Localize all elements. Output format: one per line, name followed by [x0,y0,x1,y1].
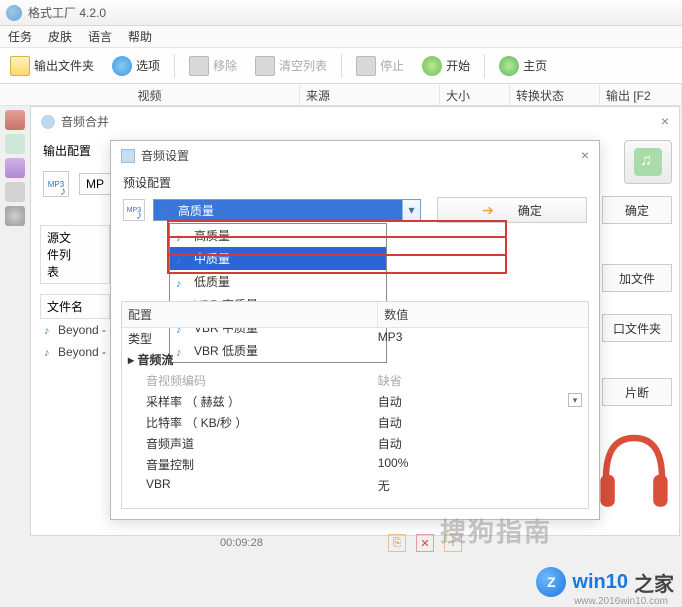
folder-icon [10,56,30,76]
bottom-status-strip: 00:09:28 ⎘ ✕ i [40,531,672,555]
format-name-box[interactable]: MP [79,173,111,195]
dropdown-option-low[interactable]: 低质量 [170,270,386,293]
play-icon [422,56,442,76]
add-folder-button[interactable]: 口文件夹 [602,314,672,342]
ok-button[interactable]: ➔ 确定 [437,197,587,223]
audio-category-icon[interactable] [5,134,25,154]
music-note-icon [176,276,188,288]
menu-help[interactable]: 帮助 [128,28,152,45]
separator [174,54,175,78]
category-sidebar [0,106,30,230]
audio-merge-title: 音频合并 [31,107,679,136]
separator [484,54,485,78]
rom-category-icon[interactable] [5,206,25,226]
col-spacer [565,302,588,327]
app-icon [6,5,22,21]
action-icon[interactable]: ⎘ [388,534,406,552]
menu-skin[interactable]: 皮肤 [48,28,72,45]
delete-icon[interactable]: ✕ [416,534,434,552]
menubar: 任务 皮肤 语言 帮助 [0,26,682,48]
col-value[interactable]: 数值 [378,302,564,327]
video-category-icon[interactable] [5,110,25,130]
music-note-icon [44,345,56,357]
headphones-icon [594,420,674,520]
confirm-button-bg[interactable]: 确定 [602,196,672,224]
menu-task[interactable]: 任务 [8,28,32,45]
brand-logo-group: Z win10 之家 [536,567,674,597]
gear-icon [112,56,132,76]
mp3-format-icon: MP3 [123,199,145,221]
clear-button[interactable]: 清空列表 [251,54,331,78]
output-folder-button[interactable]: 输出文件夹 [6,54,98,78]
menu-language[interactable]: 语言 [88,28,112,45]
grid-header: 配置 数值 [122,302,588,328]
info-icon[interactable]: i [444,534,462,552]
col-output[interactable]: 输出 [F2 [600,84,682,105]
list-columns: 视频 来源 大小 转换状态 输出 [F2 [0,84,682,106]
quality-preset-combo[interactable]: 高质量 ▾ [153,199,421,221]
home-button[interactable]: 主页 [495,54,551,78]
audio-settings-dialog: 音频设置 × 预设配置 MP3 高质量 ▾ ➔ 确定 高质量 中质量 低质量 V… [110,140,600,520]
grid-row-type[interactable]: 类型MP3 [122,328,588,349]
image-category-icon[interactable] [5,158,25,178]
dialog-title: 音频设置 [111,141,599,170]
output-config-label: 输出配置 [43,142,91,159]
col-status[interactable]: 转换状态 [510,84,600,105]
list-item[interactable]: Beyond - [40,341,110,363]
grid-row-bitrate[interactable]: 比特率 （ KB/秒 ）自动 [122,412,588,433]
music-note-icon [176,253,188,265]
brand-url: www.2016win10.com [574,596,668,607]
chevron-down-icon[interactable]: ▾ [402,200,420,220]
clip-button[interactable]: 片断 [602,378,672,406]
col-size[interactable]: 大小 [440,84,510,105]
start-button[interactable]: 开始 [418,54,474,78]
col-setting[interactable]: 配置 [122,302,378,327]
options-button[interactable]: 选项 [108,54,164,78]
arrow-right-icon: ➔ [482,202,494,219]
stop-button[interactable]: 停止 [352,54,408,78]
music-note-icon [160,204,172,216]
col-video[interactable]: 视频 [0,84,300,105]
source-file-list-fragment: 源文件列表 文件名 Beyond - Beyond - [40,225,110,363]
grid-row-codec[interactable]: 音视频编码缺省 [122,370,588,391]
brand-text-1: win10 [572,571,628,594]
music-note-icon [44,323,56,335]
merge-icon [41,115,55,129]
clear-icon [255,56,275,76]
remove-icon [189,56,209,76]
source-list-header: 源文件列表 [40,225,110,284]
close-icon[interactable]: × [581,147,589,163]
toolbar: 输出文件夹 选项 移除 清空列表 停止 开始 主页 [0,48,682,84]
window-titlebar: 格式工厂 4.2.0 [0,0,682,26]
home-icon [499,56,519,76]
dropdown-option-high[interactable]: 高质量 [170,224,386,247]
grid-row-channel[interactable]: 音频声道自动 [122,433,588,454]
chevron-down-icon[interactable]: ▾ [568,393,582,407]
grid-row-vbr[interactable]: VBR无 [122,475,588,496]
grid-row-volume[interactable]: 音量控制100% [122,454,588,475]
separator [341,54,342,78]
brand-text-2: 之家 [634,568,674,597]
mp3-format-icon[interactable]: MP3 [43,171,69,197]
duration-text: 00:09:28 [220,537,263,549]
settings-icon [121,149,135,163]
list-item[interactable]: Beyond - [40,319,110,341]
dropdown-option-medium[interactable]: 中质量 [170,247,386,270]
filename-header[interactable]: 文件名 [40,294,110,319]
music-note-icon [176,230,188,242]
preset-label: 预设配置 [111,170,599,195]
music-icon [634,148,662,176]
add-file-button[interactable]: 加文件 [602,264,672,292]
stop-icon [356,56,376,76]
close-icon[interactable]: × [661,113,669,129]
music-preview-button[interactable] [624,140,672,184]
settings-grid: 配置 数值 类型MP3 ▸ 音频流 音视频编码缺省 采样率 （ 赫兹 ）自动▾ … [121,301,589,509]
grid-row-samplerate[interactable]: 采样率 （ 赫兹 ）自动▾ [122,391,588,412]
brand-logo-icon: Z [536,567,566,597]
document-category-icon[interactable] [5,182,25,202]
window-title: 格式工厂 4.2.0 [28,4,106,21]
remove-button[interactable]: 移除 [185,54,241,78]
col-source[interactable]: 来源 [300,84,440,105]
grid-row-stream[interactable]: ▸ 音频流 [122,349,588,370]
